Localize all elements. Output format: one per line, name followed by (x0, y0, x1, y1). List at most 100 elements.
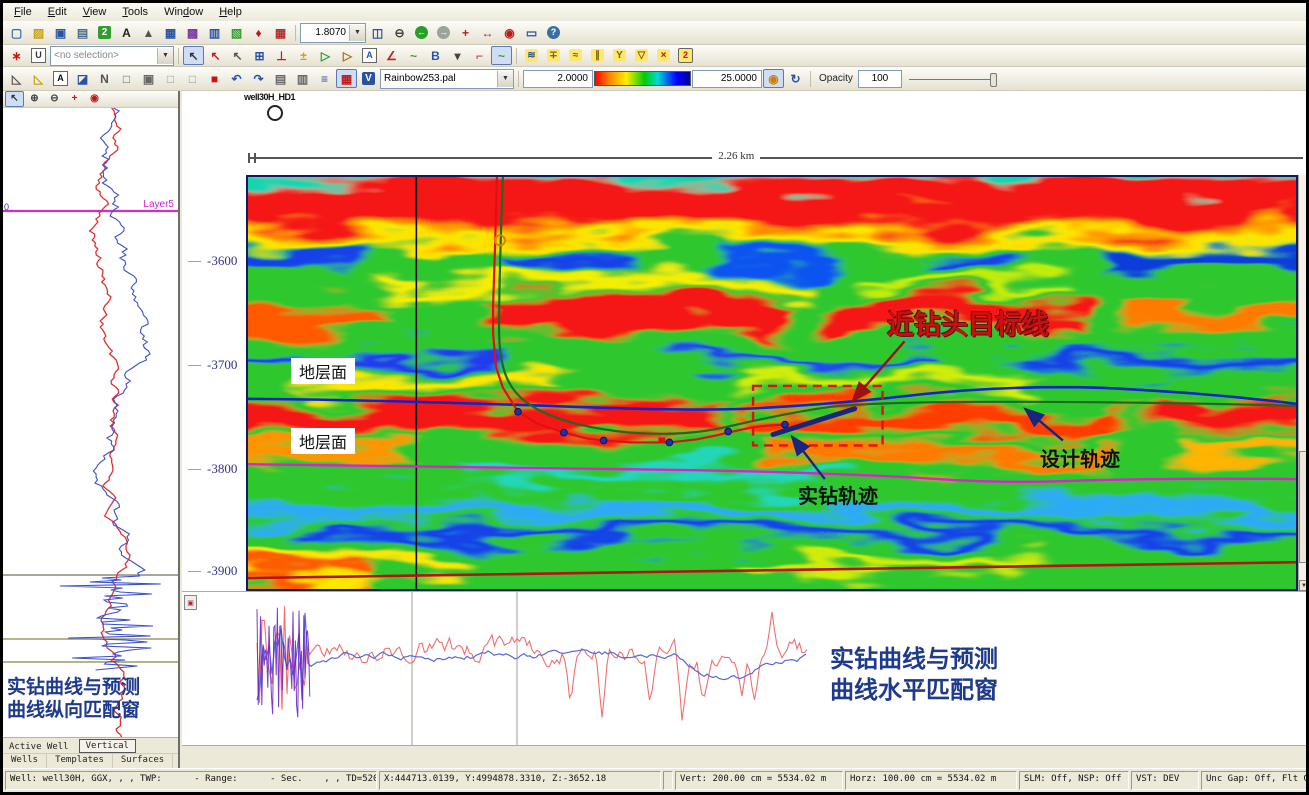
list-icon[interactable]: ≡ (314, 69, 335, 88)
marker-star-icon[interactable]: ∗ (6, 46, 27, 65)
group-add-icon[interactable]: ▣ (138, 69, 159, 88)
select-lasso-icon[interactable]: ↖ (227, 46, 248, 65)
horizon-track-icon[interactable]: ≈ (565, 46, 586, 65)
refresh-icon[interactable]: ↻ (785, 69, 806, 88)
angle-icon[interactable]: ∠ (381, 46, 402, 65)
palette-name[interactable] (381, 72, 497, 86)
horizontal-match-panel[interactable]: ▣ 实钻曲线与预测 曲线水平匹配窗 (182, 591, 1306, 745)
print-icon[interactable]: ▤ (72, 23, 93, 42)
zoom-window-icon[interactable]: ◫ (367, 23, 388, 42)
calculator-icon[interactable]: ▦ (270, 23, 291, 42)
menu-window[interactable]: Window (156, 5, 211, 19)
section-view-icon[interactable]: ▥ (204, 23, 225, 42)
zoom-level-value[interactable] (301, 26, 349, 40)
log-display-area[interactable]: 0 Layer5 实钻曲线与预测 曲线纵向匹配窗 (3, 108, 178, 737)
forward-icon[interactable]: → (433, 23, 454, 42)
zoom-out-icon[interactable]: ⊖ (45, 91, 64, 107)
copy-layout-icon[interactable]: ▤ (270, 69, 291, 88)
triangle-white-icon[interactable]: ◺ (6, 69, 27, 88)
selection-value[interactable] (51, 49, 157, 63)
hatch-fill-icon[interactable]: ∥ (587, 46, 608, 65)
tab-vertical[interactable]: Vertical (79, 739, 136, 753)
ungroup-all-icon[interactable]: □ (182, 69, 203, 88)
unit-icon[interactable]: U (28, 46, 49, 65)
tab-wells[interactable]: Wells (3, 754, 47, 768)
save-layout-icon[interactable]: ▥ (292, 69, 313, 88)
node-edit-icon[interactable]: N (94, 69, 115, 88)
redo-pick-icon[interactable]: 2 (675, 46, 696, 65)
select-grid-icon[interactable]: ⊞ (249, 46, 270, 65)
selection-combo[interactable]: ▼ (50, 46, 174, 66)
undo-icon[interactable]: ↶ (226, 69, 247, 88)
menu-view[interactable]: View (75, 5, 115, 19)
new-document-icon[interactable]: ▢ (6, 23, 27, 42)
range-max-field[interactable] (692, 70, 762, 88)
flag-icon[interactable]: ◪ (72, 69, 93, 88)
group-icon[interactable]: □ (116, 69, 137, 88)
label-a-icon[interactable]: A (50, 69, 71, 88)
user-icon[interactable]: ◉ (763, 69, 784, 88)
fit-view-icon[interactable]: + (65, 91, 84, 107)
fit-width-icon[interactable]: ↔ (477, 23, 498, 42)
borehole-icon[interactable]: B (425, 46, 446, 65)
opacity-slider[interactable] (909, 72, 997, 86)
palette-combo[interactable]: ▼ (380, 69, 514, 89)
well-display-icon[interactable]: ♦ (248, 23, 269, 42)
opacity-field[interactable] (858, 70, 902, 88)
chevron-down-icon[interactable]: ▼ (497, 71, 513, 87)
annotation-icon[interactable]: A (116, 23, 137, 42)
auto-pick-icon[interactable]: A (359, 46, 380, 65)
save-icon[interactable]: ▣ (50, 23, 71, 42)
select-points-icon[interactable]: ↖ (205, 46, 226, 65)
redo-icon[interactable]: ↷ (248, 69, 269, 88)
map-view-icon[interactable]: ▩ (182, 23, 203, 42)
range-min-field[interactable] (523, 70, 593, 88)
fork-icon[interactable]: Y (609, 46, 630, 65)
polygon-icon[interactable]: ▽ (631, 46, 652, 65)
chevron-down-icon[interactable]: ▼ (157, 48, 173, 64)
pan-hand-icon[interactable]: ◉ (499, 23, 520, 42)
delete-pick-icon[interactable]: × (653, 46, 674, 65)
vertical-scrollbar[interactable]: ▼ (1298, 175, 1306, 591)
back-icon[interactable]: ← (411, 23, 432, 42)
grid-view-icon[interactable]: ▦ (160, 23, 181, 42)
stop-icon[interactable]: ■ (204, 69, 225, 88)
zoom-in-icon[interactable]: ⊕ (25, 91, 44, 107)
tab-templates[interactable]: Templates (47, 754, 113, 768)
tab-surfaces[interactable]: Surfaces (113, 754, 173, 768)
crossplot-icon[interactable]: ▲ (138, 23, 159, 42)
horizon-wave-icon[interactable]: ≋ (521, 46, 542, 65)
zoom-level-combo[interactable]: ▼ (300, 23, 366, 43)
flatten-icon[interactable]: ± (293, 46, 314, 65)
track-icon[interactable]: ⌐ (469, 46, 490, 65)
help-icon[interactable]: ? (543, 23, 564, 42)
slider-thumb[interactable] (990, 73, 997, 87)
pan-hand-icon[interactable]: ◉ (85, 91, 104, 107)
seismic-section[interactable] (246, 175, 1298, 591)
ghost-curve-icon[interactable]: ▷ (315, 46, 336, 65)
open-folder-icon[interactable]: ▨ (28, 23, 49, 42)
menu-file[interactable]: File (6, 5, 40, 19)
triangle-yellow-icon[interactable]: ◺ (28, 69, 49, 88)
monitor-icon[interactable]: ▭ (521, 23, 542, 42)
zoom-out-icon[interactable]: ⊖ (389, 23, 410, 42)
menu-tools[interactable]: Tools (114, 5, 156, 19)
menu-help[interactable]: Help (211, 5, 250, 19)
ungroup-icon[interactable]: □ (160, 69, 181, 88)
tab-active-well[interactable]: Active Well (3, 741, 75, 753)
post-well-icon[interactable]: ⊥ (271, 46, 292, 65)
chevron-down-icon[interactable]: ▼ (349, 25, 365, 41)
dropdown-more-icon[interactable]: ▾ (447, 46, 468, 65)
palette-icon[interactable]: ▦ (336, 69, 357, 88)
scrollbar-thumb[interactable] (1299, 451, 1306, 563)
scroll-down-button[interactable]: ▼ (1299, 580, 1306, 591)
fit-all-icon[interactable]: + (455, 23, 476, 42)
snap-icon[interactable]: ▷ (337, 46, 358, 65)
color-section-icon[interactable]: ▧ (226, 23, 247, 42)
horizon-pick-icon[interactable]: ∓ (543, 46, 564, 65)
menu-edit[interactable]: Edit (40, 5, 75, 19)
select-cursor-icon[interactable]: ↖ (183, 46, 204, 65)
velocity-icon[interactable]: V (358, 69, 379, 88)
log-curve-icon[interactable]: ~ (491, 46, 512, 65)
notes-icon[interactable]: 2 (94, 23, 115, 42)
